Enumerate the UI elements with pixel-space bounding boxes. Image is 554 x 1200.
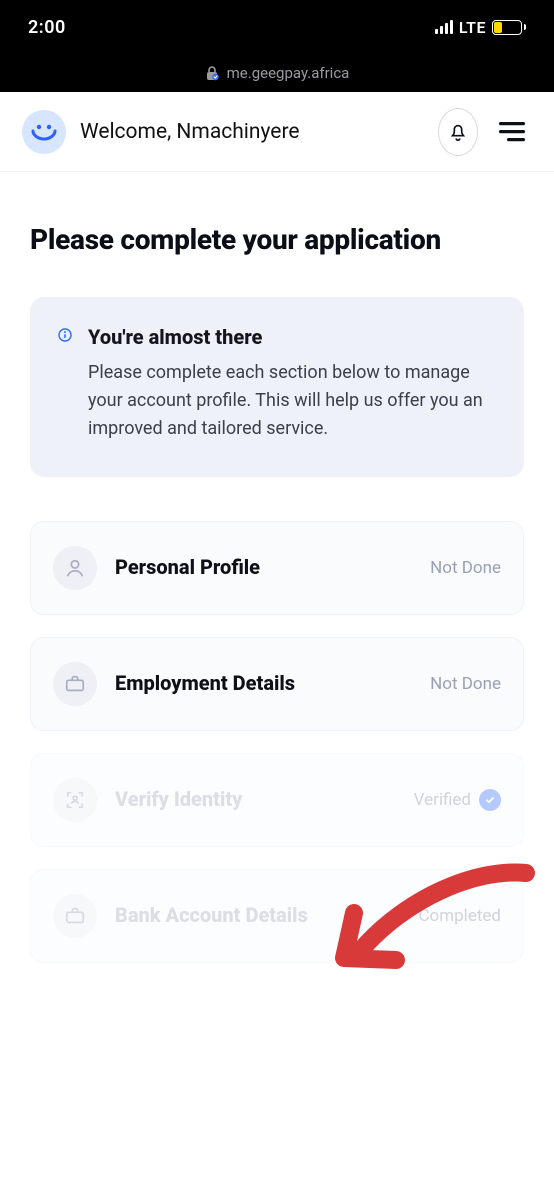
section-status: Completed (418, 906, 501, 926)
info-title: You're almost there (88, 325, 496, 349)
section-list: Personal Profile Not Done Employment Det… (30, 521, 524, 963)
section-status: Verified (414, 789, 501, 811)
briefcase-icon (53, 662, 97, 706)
notifications-button[interactable] (438, 112, 478, 152)
check-icon (479, 789, 501, 811)
battery-level: 32 (497, 35, 509, 46)
status-time: 2:00 (28, 17, 435, 38)
info-banner: You're almost there Please complete each… (30, 297, 524, 477)
page-title: Please complete your application (30, 222, 524, 257)
person-icon (53, 546, 97, 590)
section-label: Bank Account Details (115, 903, 400, 928)
lock-icon (205, 65, 219, 81)
ios-status-bar: 2:00 LTE 32 (0, 0, 554, 54)
browser-address-bar[interactable]: me.geegpay.africa (0, 54, 554, 92)
welcome-text: Welcome, Nmachinyere (80, 120, 424, 144)
briefcase-icon (53, 894, 97, 938)
bell-icon (447, 121, 469, 143)
network-label: LTE (459, 18, 486, 37)
section-status: Not Done (430, 558, 501, 578)
menu-icon (499, 122, 525, 142)
section-employment-details[interactable]: Employment Details Not Done (30, 637, 524, 731)
info-icon (58, 325, 72, 443)
app-header: Welcome, Nmachinyere (0, 92, 554, 172)
menu-button[interactable] (492, 112, 532, 152)
section-label: Verify Identity (115, 787, 396, 812)
section-label: Employment Details (115, 671, 412, 696)
section-verify-identity[interactable]: Verify Identity Verified (30, 753, 524, 847)
section-status: Not Done (430, 674, 501, 694)
main-content: Please complete your application You're … (0, 172, 554, 963)
info-body: Please complete each section below to ma… (88, 359, 496, 443)
signal-icon (435, 20, 453, 34)
scan-id-icon (53, 778, 97, 822)
battery-icon: 32 (492, 20, 526, 35)
browser-host: me.geegpay.africa (227, 64, 350, 82)
app-logo[interactable] (22, 110, 66, 154)
section-label: Personal Profile (115, 555, 412, 580)
section-bank-account-details[interactable]: Bank Account Details Completed (30, 869, 524, 963)
section-personal-profile[interactable]: Personal Profile Not Done (30, 521, 524, 615)
